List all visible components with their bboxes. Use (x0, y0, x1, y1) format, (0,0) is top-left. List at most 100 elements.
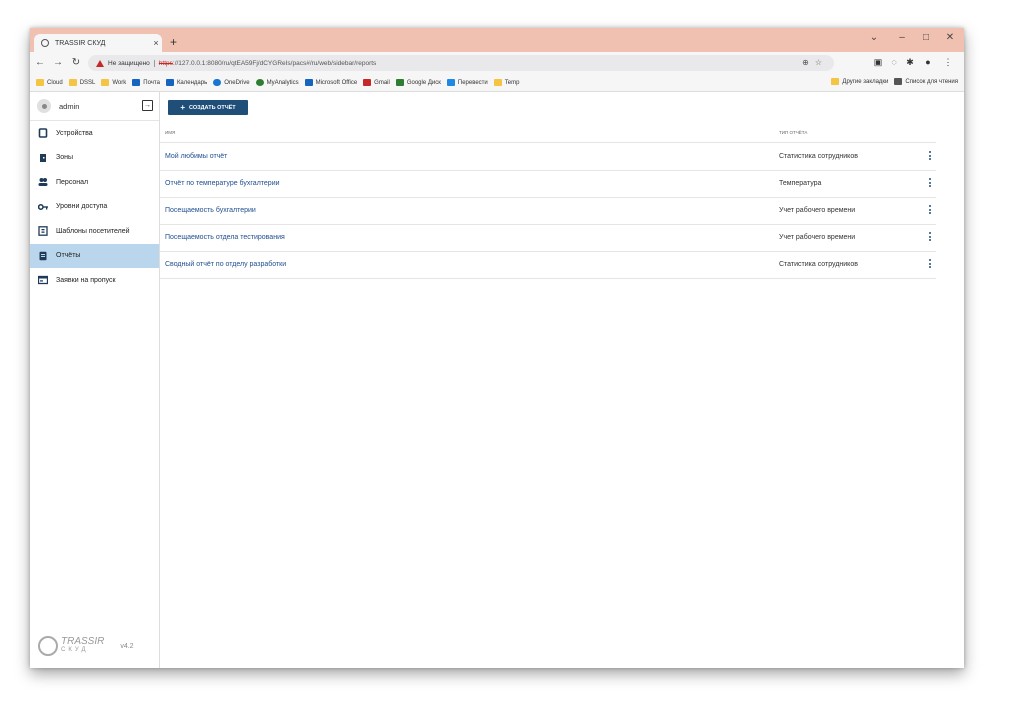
logout-icon[interactable]: → (142, 100, 153, 111)
folder-icon (493, 79, 502, 86)
bookmark-google-drive[interactable]: Google Диск (395, 79, 441, 86)
browser-menu-icon[interactable]: ⋮ (942, 57, 954, 68)
table-row[interactable]: Посещаемость отдела тестирования Учет ра… (160, 224, 936, 252)
tab-search-chevron-icon[interactable]: ⌄ (864, 32, 884, 43)
report-type: Учет рабочего времени (779, 207, 856, 214)
reading-list[interactable]: Список для чтения (894, 78, 958, 85)
sidebar-item-label: Персонал (56, 178, 89, 186)
url-text: ://127.0.0.1:8080/ru/qtEA59Fj/dCYGReIs/p… (172, 59, 377, 67)
outlook-icon (132, 79, 141, 86)
extension-icon[interactable]: ▣ (872, 57, 884, 68)
tab-strip: TRASSIR СКУД × + ⌄ – □ ✕ (30, 28, 964, 52)
bookmark-mail[interactable]: Почта (132, 79, 160, 86)
version-label: v4.2 (120, 642, 134, 650)
reload-icon[interactable]: ↻ (70, 56, 82, 70)
column-header-name[interactable]: ИМЯ (165, 130, 175, 135)
minimize-button[interactable]: – (892, 32, 912, 43)
back-arrow-icon[interactable]: ← (34, 56, 46, 70)
translate-icon (446, 79, 455, 86)
close-window-button[interactable]: ✕ (940, 32, 960, 43)
bookmark-office[interactable]: Microsoft Office (304, 79, 357, 86)
address-bar[interactable]: Не защищено https ://127.0.0.1:8080/ru/q… (88, 55, 834, 71)
trassir-logo-icon (38, 636, 58, 656)
browser-window: TRASSIR СКУД × + ⌄ – □ ✕ ← → ↻ Не защище… (30, 28, 964, 668)
sidebar-item-pass-requests[interactable]: Заявки на пропуск (30, 268, 159, 293)
bookmark-temp[interactable]: Temp (493, 79, 519, 86)
bookmark-dssl[interactable]: DSSL (68, 79, 95, 86)
more-options-icon[interactable] (928, 205, 932, 216)
key-icon (38, 202, 48, 212)
report-name[interactable]: Посещаемость бухгалтерии (165, 207, 256, 214)
sidebar-item-personnel[interactable]: Персонал (30, 170, 159, 195)
folder-icon (36, 79, 44, 86)
bookmarks-bar: Cloud DSSL Work Почта Календарь OneDrive… (30, 74, 964, 92)
more-options-icon[interactable] (928, 232, 932, 243)
bookmark-work[interactable]: Work (101, 79, 126, 86)
people-icon (38, 177, 48, 187)
folder-icon (831, 78, 840, 85)
report-name[interactable]: Сводный отчёт по отделу разработки (165, 261, 286, 268)
bookmark-cloud[interactable]: Cloud (36, 79, 63, 86)
warning-icon (96, 59, 104, 67)
main-content: + СОЗДАТЬ ОТЧЁТ ИМЯ ТИП ОТЧЁТА Мой любим… (160, 92, 964, 668)
column-header-type[interactable]: ТИП ОТЧЁТА (779, 130, 807, 135)
pass-request-icon (38, 275, 48, 285)
cloud-icon (213, 79, 222, 86)
table-row[interactable]: Посещаемость бухгалтерии Учет рабочего в… (160, 197, 936, 225)
table-header: ИМЯ ТИП ОТЧЁТА (160, 122, 936, 143)
report-type: Учет рабочего времени (779, 234, 856, 241)
user-name: admin (59, 101, 80, 111)
forward-arrow-icon[interactable]: → (52, 56, 64, 70)
maximize-button[interactable]: □ (916, 32, 936, 43)
sidebar-item-reports[interactable]: Отчёты (30, 243, 159, 268)
drive-icon (395, 79, 404, 86)
bookmark-translate[interactable]: Перевести (446, 79, 488, 86)
bookmark-onedrive[interactable]: OneDrive (213, 79, 250, 86)
bookmark-gmail[interactable]: Gmail (363, 79, 390, 86)
report-name[interactable]: Посещаемость отдела тестирования (165, 234, 285, 241)
template-icon (38, 226, 48, 237)
calendar-icon (165, 79, 174, 86)
devices-icon (38, 128, 48, 139)
not-secure-label: Не защищено (108, 59, 155, 67)
sidebar-item-visitor-templates[interactable]: Шаблоны посетителей (30, 219, 159, 244)
sidebar-item-devices[interactable]: Устройства (30, 121, 159, 146)
table-row[interactable]: Мой любимы отчёт Статистика сотрудников (160, 143, 936, 171)
other-bookmarks[interactable]: Другие закладки (831, 78, 888, 85)
more-options-icon[interactable] (928, 259, 932, 270)
report-name[interactable]: Мой любимы отчёт (165, 153, 227, 160)
url-scheme: https (158, 59, 173, 67)
table-row[interactable]: Сводный отчёт по отделу разработки Стати… (160, 251, 936, 279)
analytics-icon (255, 79, 264, 86)
folder-icon (68, 79, 77, 86)
office-icon (304, 79, 313, 86)
report-name[interactable]: Отчёт по температуре бухгалтерии (165, 180, 280, 187)
extension-icon[interactable]: ◌ (888, 57, 900, 67)
report-type: Статистика сотрудников (779, 153, 858, 160)
sidebar-item-label: Заявки на пропуск (56, 276, 116, 284)
sidebar-item-label: Шаблоны посетителей (56, 227, 130, 235)
tab-title: TRASSIR СКУД (55, 39, 106, 47)
browser-tab[interactable]: TRASSIR СКУД × (34, 34, 162, 52)
sidebar-item-access-levels[interactable]: Уровни доступа (30, 195, 159, 220)
new-tab-button[interactable]: + (170, 36, 177, 48)
profile-avatar-icon[interactable]: ● (922, 57, 934, 67)
zones-icon (38, 153, 48, 163)
sidebar-item-zones[interactable]: Зоны (30, 146, 159, 171)
bookmark-calendar[interactable]: Календарь (165, 79, 207, 86)
reading-list-icon (894, 78, 903, 85)
create-report-button[interactable]: + СОЗДАТЬ ОТЧЁТ (168, 100, 248, 115)
bookmark-star-icon[interactable]: ⊕☆ (802, 58, 828, 67)
tab-close-icon[interactable]: × (150, 38, 162, 48)
more-options-icon[interactable] (928, 178, 932, 189)
bookmark-myanalytics[interactable]: MyAnalytics (255, 79, 299, 86)
folder-icon (101, 79, 110, 86)
extensions-puzzle-icon[interactable]: ✱ (904, 57, 916, 68)
browser-toolbar: ← → ↻ Не защищено https ://127.0.0.1:808… (30, 52, 964, 74)
report-type: Статистика сотрудников (779, 261, 858, 268)
more-options-icon[interactable] (928, 151, 932, 162)
table-row[interactable]: Отчёт по температуре бухгалтерии Темпера… (160, 170, 936, 198)
tab-favicon-icon (41, 39, 49, 47)
user-avatar-icon (37, 99, 51, 113)
plus-icon: + (180, 103, 186, 112)
